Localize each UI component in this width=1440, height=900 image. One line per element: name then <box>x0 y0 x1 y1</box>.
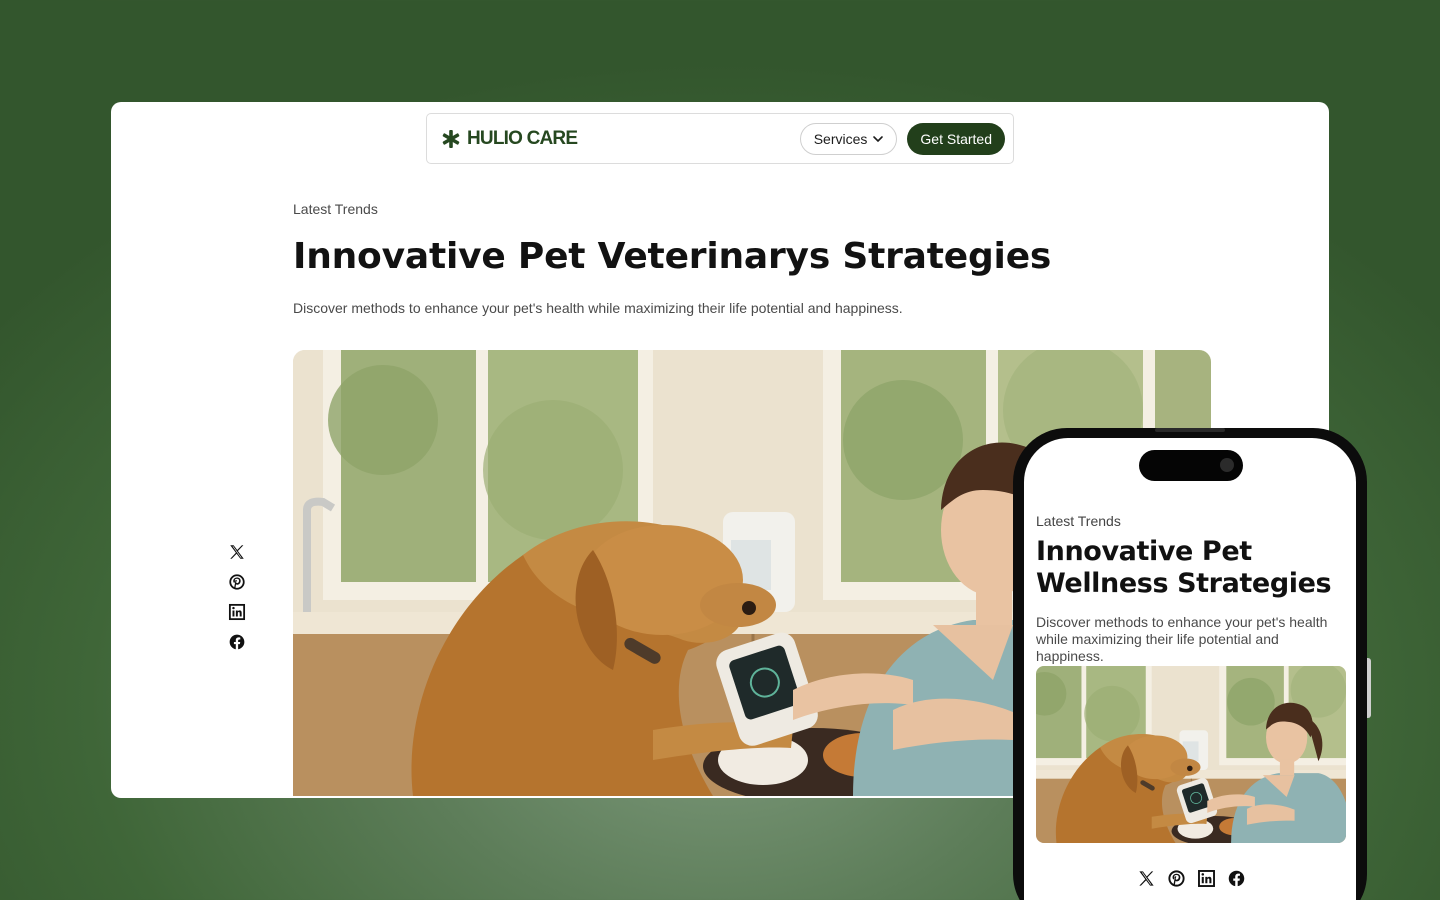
services-label: Services <box>813 130 868 147</box>
mobile-subtext: Discover methods to enhance your pet's h… <box>1036 614 1328 664</box>
phone-mockup: Latest Trends Innovative Pet Wellness St… <box>1013 428 1371 900</box>
social-share-rail <box>228 543 246 651</box>
mobile-social-row <box>1137 869 1246 888</box>
nav-actions: Services Get Started <box>799 122 1005 155</box>
phone-screen: Latest Trends Innovative Pet Wellness St… <box>1024 438 1356 900</box>
linkedin-icon[interactable] <box>1197 869 1216 888</box>
x-icon[interactable] <box>228 543 246 561</box>
mobile-eyebrow: Latest Trends <box>1036 513 1121 529</box>
article-subtext: Discover methods to enhance your pet's h… <box>293 300 903 316</box>
services-dropdown-button[interactable]: Services <box>799 122 898 155</box>
brand-logo[interactable]: HULIO CARE <box>441 127 578 150</box>
chevron-down-icon <box>873 135 884 142</box>
linkedin-icon[interactable] <box>228 603 246 621</box>
facebook-icon[interactable] <box>228 633 246 651</box>
pinterest-icon[interactable] <box>228 573 246 591</box>
asterisk-logo-icon <box>442 129 460 148</box>
phone-side-button <box>1367 658 1371 718</box>
navbar: HULIO CARE Services Get Started <box>426 113 1014 164</box>
article-headline: Innovative Pet Veterinarys Strategies <box>293 236 1052 277</box>
mobile-hero-image <box>1036 666 1346 843</box>
mobile-headline: Innovative Pet Wellness Strategies <box>1036 536 1332 599</box>
x-icon[interactable] <box>1137 869 1156 888</box>
brand-name: HULIO CARE <box>467 127 578 149</box>
phone-speaker <box>1155 428 1225 432</box>
pinterest-icon[interactable] <box>1167 869 1186 888</box>
get-started-button[interactable]: Get Started <box>907 122 1005 155</box>
dynamic-island <box>1139 450 1243 481</box>
mobile-hero-illustration <box>1036 666 1346 843</box>
article-eyebrow: Latest Trends <box>293 201 378 217</box>
facebook-icon[interactable] <box>1227 869 1246 888</box>
camera-dot <box>1220 458 1234 472</box>
